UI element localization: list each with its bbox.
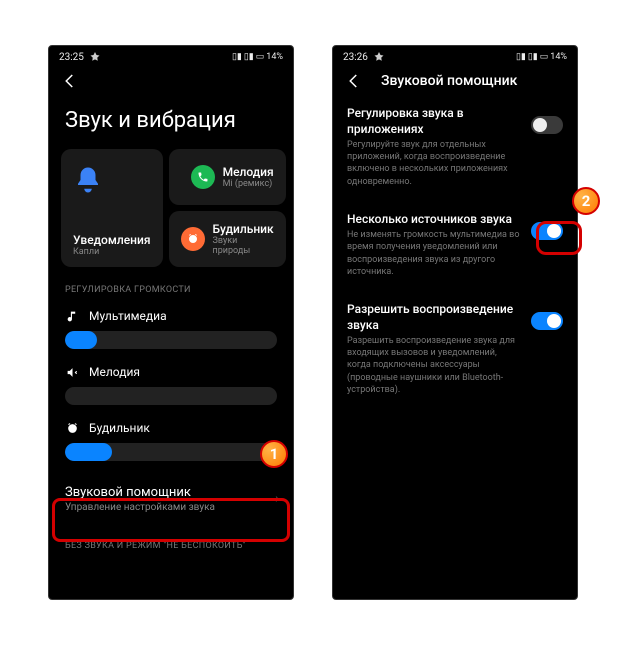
status-icon — [372, 50, 386, 64]
back-icon[interactable] — [61, 72, 79, 90]
tile-notifications[interactable]: Уведомления Капли — [61, 149, 163, 267]
tile-alarm[interactable]: Будильник Звуки природы — [169, 211, 286, 267]
alarm-small-icon — [65, 421, 79, 435]
setting-allow-playback[interactable]: Разрешить воспроизведение звука Разрешит… — [333, 290, 577, 408]
battery-icon: ▭ — [256, 52, 265, 62]
tile-sub: Капли — [73, 247, 151, 257]
toggle-multi-source[interactable] — [531, 222, 563, 240]
mute-icon — [65, 365, 79, 379]
tile-sub: Звуки природы — [213, 236, 274, 256]
header-title: Звуковой помощник — [381, 73, 517, 89]
setting-desc: Разрешить воспроизведение звука для вход… — [347, 335, 521, 396]
slider-alarm[interactable]: Будильник — [49, 415, 293, 471]
sound-assistant-item[interactable]: Звуковой помощник Управление настройками… — [49, 475, 293, 523]
chevron-right-icon: › — [275, 492, 279, 507]
header-bar: Звуковой помощник — [333, 66, 577, 94]
section-volume: РЕГУЛИРОВКА ГРОМКОСТИ — [49, 267, 293, 303]
item-sub: Управление настройками звука — [65, 502, 277, 513]
signal-icon: ▯▮ — [516, 52, 526, 62]
status-time: 23:26 — [343, 52, 368, 63]
status-bar: 23:26 ▯▮ ▯▮ ▭ 14% — [333, 46, 577, 66]
battery-percent: 14% — [550, 52, 567, 62]
slider-ringtone[interactable]: Мелодия — [49, 359, 293, 415]
signal-icon: ▯▮ — [244, 52, 254, 62]
bell-icon — [73, 165, 103, 199]
slider-label: Мелодия — [89, 365, 140, 379]
setting-title: Несколько источников звука — [347, 212, 521, 228]
setting-title: Разрешить воспроизведение звука — [347, 302, 521, 333]
toggle-allow-playback[interactable] — [531, 312, 563, 330]
tile-sub: Mi (ремикс) — [223, 179, 274, 189]
status-time: 23:25 — [59, 52, 84, 63]
signal-icon: ▯▮ — [528, 52, 538, 62]
slider-track[interactable] — [65, 443, 277, 461]
slider-media[interactable]: Мультимедиа — [49, 303, 293, 359]
slider-label: Мультимедиа — [89, 309, 167, 323]
slider-track[interactable] — [65, 387, 277, 405]
status-bar: 23:25 ▯▮ ▯▮ ▭ 14% — [49, 46, 293, 66]
badge-2: 2 — [572, 187, 600, 215]
setting-desc: Не изменять громкость мультимедиа во вре… — [347, 229, 521, 278]
section-dnd: БЕЗ ЗВУКА И РЕЖИМ "НЕ БЕСПОКОИТЬ" — [49, 523, 293, 559]
alarm-icon — [181, 227, 205, 251]
toggle-app-volume[interactable] — [531, 116, 563, 134]
signal-icon: ▯▮ — [232, 52, 242, 62]
back-icon[interactable] — [345, 72, 363, 90]
phone-sound-assistant: 23:26 ▯▮ ▯▮ ▭ 14% Звуковой помощник Регу… — [332, 45, 578, 600]
slider-label: Будильник — [89, 421, 150, 435]
sound-tiles: Уведомления Капли Мелодия Mi (ремикс) Бу… — [49, 149, 293, 267]
setting-title: Регулировка звука в приложениях — [347, 106, 521, 137]
item-title: Звуковой помощник — [65, 485, 277, 500]
status-icon — [88, 50, 102, 64]
music-icon — [65, 309, 79, 323]
tile-ringtone[interactable]: Мелодия Mi (ремикс) — [169, 149, 286, 205]
phone-icon — [191, 165, 215, 189]
battery-percent: 14% — [266, 52, 283, 62]
setting-multi-source[interactable]: Несколько источников звука Не изменять г… — [333, 200, 577, 290]
setting-desc: Регулируйте звук для отдельных приложени… — [347, 139, 521, 188]
setting-app-volume[interactable]: Регулировка звука в приложениях Регулиру… — [333, 94, 577, 200]
tile-label: Будильник — [213, 222, 274, 236]
tile-label: Мелодия — [223, 165, 274, 179]
battery-icon: ▭ — [540, 52, 549, 62]
tile-label: Уведомления — [73, 233, 151, 247]
header-bar — [49, 66, 293, 94]
page-title: Звук и вибрация — [49, 94, 293, 149]
slider-track[interactable] — [65, 331, 277, 349]
phone-sound-vibration: 23:25 ▯▮ ▯▮ ▭ 14% Звук и вибрация Уведом… — [48, 45, 294, 600]
badge-1: 1 — [260, 440, 288, 468]
